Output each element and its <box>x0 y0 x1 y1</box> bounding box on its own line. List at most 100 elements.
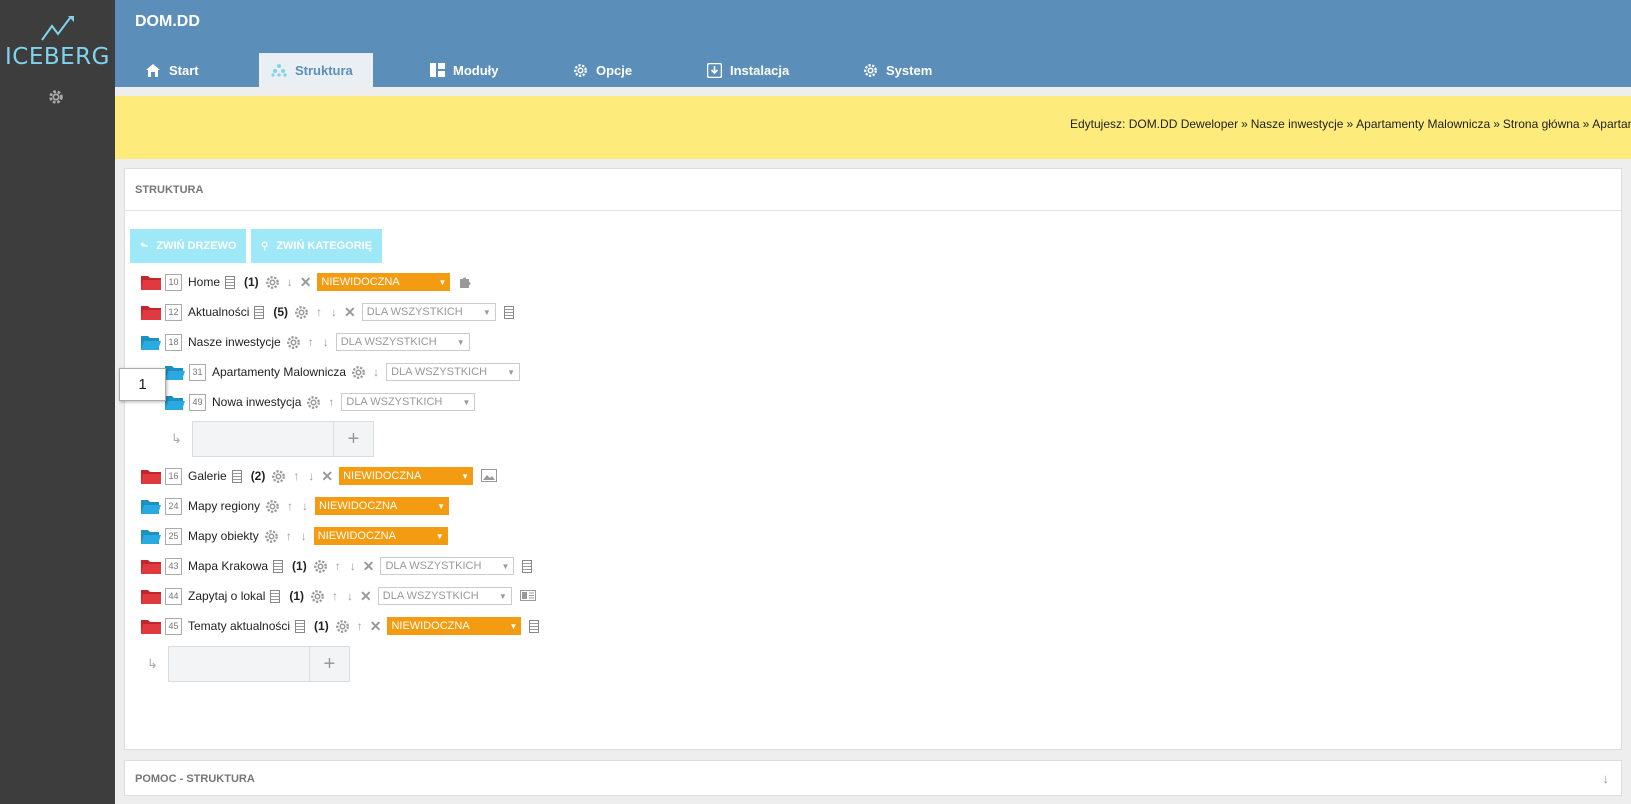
move-up-icon[interactable]: ↑ <box>285 499 295 513</box>
page-icon[interactable] <box>529 619 540 633</box>
node-name[interactable]: Mapy obiekty <box>188 529 259 543</box>
gear-icon[interactable] <box>351 365 366 380</box>
collapse-category-button[interactable]: ⚲ ZWIŃ KATEGORIĘ <box>251 229 383 263</box>
move-up-icon[interactable]: ↑ <box>284 529 294 543</box>
document-icon[interactable] <box>254 305 265 319</box>
visibility-select[interactable]: DLA WSZYSTKICH ▼ <box>335 333 470 351</box>
breadcrumb-item[interactable]: Nasze inwestycje <box>1251 117 1344 131</box>
tab-moduly[interactable]: Moduły <box>429 53 499 87</box>
breadcrumb-item[interactable]: DOM.DD Deweloper <box>1129 117 1238 131</box>
move-down-icon[interactable]: ↓ <box>345 589 355 603</box>
tree-row[interactable]: 12 Aktualności (5) ↑ ↓ ✕ DLA WSZYSTKICH ▼ <box>141 301 523 323</box>
image-icon[interactable] <box>481 469 498 483</box>
folder-icon[interactable] <box>141 618 161 634</box>
node-name[interactable]: Nowa inwestycja <box>212 395 301 409</box>
visibility-select[interactable]: DLA WSZYSTKICH ▼ <box>386 363 521 381</box>
gear-icon[interactable] <box>313 559 328 574</box>
move-up-icon[interactable]: ↑ <box>333 559 343 573</box>
node-name[interactable]: Zapytaj o lokal <box>188 589 265 603</box>
node-name[interactable]: Mapy regiony <box>188 499 260 513</box>
visibility-select[interactable]: DLA WSZYSTKICH ▼ <box>380 557 515 575</box>
move-down-icon[interactable]: ↓ <box>329 305 339 319</box>
move-up-icon[interactable]: ↑ <box>330 589 340 603</box>
move-down-icon[interactable]: ↓ <box>348 559 358 573</box>
tree-row[interactable]: 18 Nasze inwestycje ↑ ↓ DLA WSZYSTKICH ▼ <box>141 331 478 353</box>
puzzle-icon[interactable] <box>458 275 472 289</box>
visibility-select[interactable]: NIEWIDOCZNA ▼ <box>317 273 451 291</box>
folder-icon[interactable] <box>141 558 161 574</box>
new-category-input[interactable] <box>191 421 334 457</box>
visibility-select[interactable]: NIEWIDOCZNA ▼ <box>339 467 474 485</box>
move-up-icon[interactable]: ↑ <box>314 305 324 319</box>
visibility-select[interactable]: DLA WSZYSTKICH ▼ <box>377 587 512 605</box>
tree-row[interactable]: 44 Zapytaj o lokal (1) ↑ ↓ ✕ DLA WSZYSTK… <box>141 585 536 607</box>
move-up-icon[interactable]: ↑ <box>326 395 336 409</box>
visibility-select[interactable]: NIEWIDOCZNA ▼ <box>313 527 448 545</box>
expand-arrow-icon[interactable]: ↓ <box>1603 771 1610 786</box>
breadcrumb-item[interactable]: Strona główna <box>1503 117 1580 131</box>
delete-icon[interactable]: ✕ <box>344 304 356 321</box>
page-icon[interactable] <box>522 559 533 573</box>
node-name[interactable]: Aktualności <box>188 305 249 319</box>
gear-icon[interactable] <box>264 529 279 544</box>
delete-icon[interactable]: ✕ <box>370 618 382 635</box>
node-name[interactable]: Galerie <box>188 469 227 483</box>
visibility-select[interactable]: NIEWIDOCZNA ▼ <box>387 617 522 635</box>
node-name[interactable]: Home <box>188 275 220 289</box>
move-down-icon[interactable]: ↓ <box>300 499 310 513</box>
folder-open-icon[interactable] <box>165 394 185 410</box>
app-logo[interactable]: ICEBERG <box>0 14 115 70</box>
tree-row[interactable]: 25 Mapy obiekty ↑ ↓ NIEWIDOCZNA ▼ <box>141 525 456 547</box>
add-button[interactable]: + <box>333 421 374 457</box>
breadcrumb-item[interactable]: Apartamenty Malownicza <box>1356 117 1490 131</box>
tree-row[interactable]: 49 Nowa inwestycja ↑ DLA WSZYSTKICH ▼ <box>165 391 483 413</box>
folder-icon[interactable] <box>141 274 161 290</box>
move-down-icon[interactable]: ↓ <box>371 365 381 379</box>
node-name[interactable]: Tematy aktualności <box>188 619 290 633</box>
node-name[interactable]: Nasze inwestycje <box>188 335 281 349</box>
folder-icon[interactable] <box>141 588 161 604</box>
node-name[interactable]: Mapa Krakowa <box>188 559 268 573</box>
tree-row[interactable]: 43 Mapa Krakowa (1) ↑ ↓ ✕ DLA WSZYSTKICH… <box>141 555 541 577</box>
tree-row[interactable]: 16 Galerie (2) ↑ ↓ ✕ NIEWIDOCZNA ▼ <box>141 465 498 487</box>
delete-icon[interactable]: ✕ <box>321 468 333 485</box>
tab-start[interactable]: Start <box>145 53 199 87</box>
move-down-icon[interactable]: ↓ <box>299 529 309 543</box>
tree-row[interactable]: 31 Apartamenty Malownicza ↓ DLA WSZYSTKI… <box>165 361 528 383</box>
gear-icon[interactable] <box>335 619 350 634</box>
visibility-select[interactable]: NIEWIDOCZNA ▼ <box>315 497 450 515</box>
collapse-tree-button[interactable]: ⬑ ZWIŃ DRZEWO <box>130 229 247 263</box>
folder-icon[interactable] <box>141 304 161 320</box>
breadcrumb-item[interactable]: Apartamenty Malownicza <box>1592 117 1631 131</box>
page-icon[interactable] <box>503 305 514 319</box>
folder-open-icon[interactable] <box>165 364 185 380</box>
delete-icon[interactable]: ✕ <box>300 274 312 291</box>
tab-instalacja[interactable]: Instalacja <box>706 53 789 87</box>
move-down-icon[interactable]: ↓ <box>306 469 316 483</box>
help-panel[interactable]: POMOC - STRUKTURA ↓ <box>124 760 1622 796</box>
form-icon[interactable] <box>519 589 536 603</box>
folder-open-icon[interactable] <box>141 334 161 350</box>
tree-row[interactable]: 45 Tematy aktualności (1) ↑ ✕ NIEWIDOCZN… <box>141 615 548 637</box>
node-name[interactable]: Apartamenty Malownicza <box>212 365 346 379</box>
add-button[interactable]: + <box>309 646 350 682</box>
tab-opcje[interactable]: Opcje <box>572 53 632 87</box>
document-icon[interactable] <box>295 619 306 633</box>
move-down-icon[interactable]: ↓ <box>285 275 295 289</box>
move-up-icon[interactable]: ↑ <box>306 335 316 349</box>
visibility-select[interactable]: DLA WSZYSTKICH ▼ <box>361 303 496 321</box>
gear-icon[interactable] <box>310 589 325 604</box>
tab-system[interactable]: System <box>862 53 932 87</box>
gear-icon[interactable] <box>286 335 301 350</box>
folder-open-icon[interactable] <box>141 528 161 544</box>
document-icon[interactable] <box>273 559 284 573</box>
new-category-input[interactable] <box>167 646 310 682</box>
delete-icon[interactable]: ✕ <box>360 588 372 605</box>
document-icon[interactable] <box>270 589 281 603</box>
tab-struktura[interactable]: Struktura <box>259 53 373 87</box>
visibility-select[interactable]: DLA WSZYSTKICH ▼ <box>341 393 476 411</box>
document-icon[interactable] <box>231 469 242 483</box>
move-up-icon[interactable]: ↑ <box>355 619 365 633</box>
tree-row[interactable]: 24 Mapy regiony ↑ ↓ NIEWIDOCZNA ▼ <box>141 495 457 517</box>
settings-gear-icon[interactable] <box>47 88 65 109</box>
